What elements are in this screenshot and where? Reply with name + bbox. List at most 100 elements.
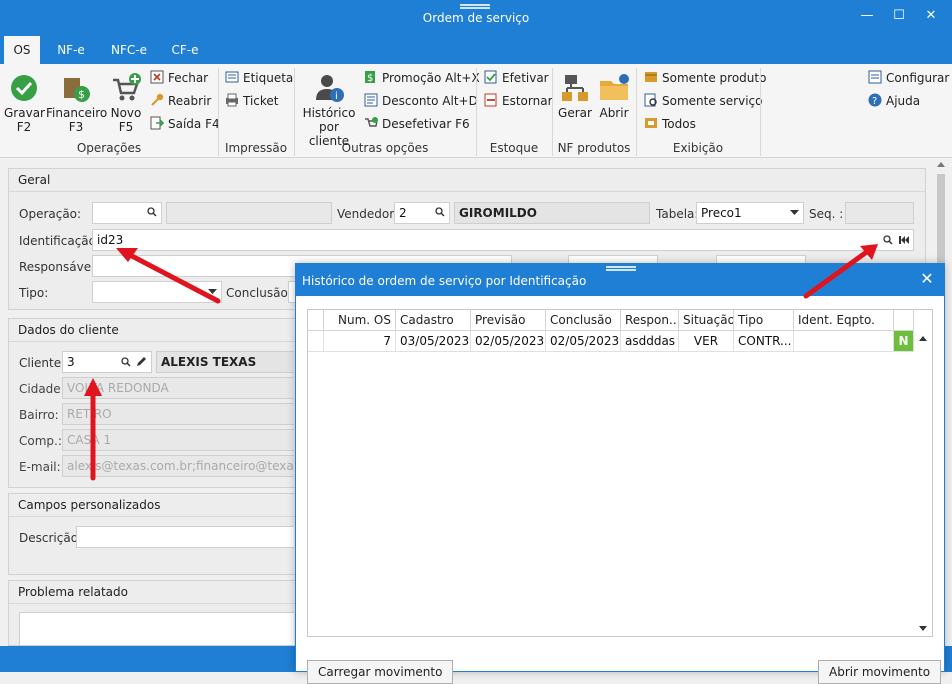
col-flag <box>894 310 914 331</box>
comp-field: CASA 1 <box>62 429 294 451</box>
col-situacao[interactable]: Situação <box>679 310 734 331</box>
estornar-button[interactable]: Estornar <box>484 91 553 111</box>
historico-button[interactable]: i Histórico por cliente <box>298 72 360 148</box>
cidade-label: Cidade: <box>19 382 65 396</box>
printer-icon <box>225 93 239 107</box>
col-num-os[interactable]: Num. OS <box>324 310 396 331</box>
discount-icon <box>364 93 378 107</box>
abrir-movimento-button[interactable]: Abrir movimento <box>818 660 942 684</box>
close-window-button[interactable]: ✕ <box>920 6 942 26</box>
search-icon[interactable] <box>147 207 157 217</box>
drag-grip-icon[interactable] <box>606 266 636 271</box>
desconto-button[interactable]: Desconto Alt+D <box>364 91 478 111</box>
estornar-label: Estornar <box>502 94 553 108</box>
hierarchy-icon <box>559 72 591 104</box>
cliente-label: Cliente: <box>19 356 66 370</box>
group-operacoes-label: Operações <box>76 141 142 155</box>
tab-os[interactable]: OS <box>4 36 40 64</box>
check-icon <box>8 72 40 104</box>
tipo-label: Tipo: <box>19 286 49 300</box>
group-exibicao-label: Exibição <box>672 141 724 155</box>
close-icon[interactable]: ✕ <box>918 270 936 288</box>
somente-produto-button[interactable]: Somente produto <box>644 68 766 88</box>
vendedor-label: Vendedor: <box>337 207 398 221</box>
group-impressao-label: Impressão <box>224 141 288 155</box>
todos-button[interactable]: Todos <box>644 114 696 134</box>
historico-label: Histórico <box>302 106 356 120</box>
window-title: Ordem de serviço <box>422 11 530 25</box>
tab-nfce[interactable]: NFC-e <box>104 36 154 64</box>
cliente-code-input[interactable]: 3 <box>62 351 152 373</box>
comp-label: Comp.: <box>19 434 62 448</box>
col-ident-eqpto[interactable]: Ident. Eqpto. <box>794 310 894 331</box>
check-doc-icon <box>484 70 498 84</box>
cell-previsao: 02/05/2023 <box>471 331 546 352</box>
gravar-button[interactable]: Gravar F2 <box>4 72 45 134</box>
tabela-value: Preco1 <box>701 206 742 220</box>
chevron-down-icon[interactable] <box>919 626 927 631</box>
cell-cadastro: 03/05/2023 <box>396 331 471 352</box>
chevron-up-icon[interactable] <box>937 162 945 167</box>
col-responsavel[interactable]: Respon... <box>621 310 679 331</box>
operacao-desc-field <box>166 202 332 224</box>
price-tag-icon: $ <box>364 70 378 84</box>
tabela-select[interactable]: Preco1 <box>696 202 804 224</box>
fechar-button[interactable]: Fechar <box>150 68 208 88</box>
reabrir-button[interactable]: Reabrir <box>150 91 211 111</box>
cliente-title: Dados do cliente <box>18 323 119 337</box>
tab-nfe[interactable]: NF-e <box>50 36 92 64</box>
skip-first-icon[interactable] <box>899 235 909 245</box>
row-selector[interactable] <box>308 331 324 352</box>
ribbon-tabs: OS NF-e NFC-e CF-e <box>0 36 952 64</box>
financeiro-button[interactable]: $ Financeiro F3 <box>46 72 107 134</box>
search-icon[interactable] <box>121 357 131 367</box>
operacao-input[interactable] <box>92 202 162 224</box>
gerar-button[interactable]: Gerar <box>556 72 594 120</box>
dialog-title-bar: Histórico de ordem de serviço por Identi… <box>296 264 944 296</box>
etiqueta-button[interactable]: Etiqueta <box>225 68 293 88</box>
col-tipo[interactable]: Tipo <box>734 310 794 331</box>
cell-num-os: 7 <box>324 331 396 352</box>
descricao-input[interactable] <box>76 526 294 548</box>
drag-grip-icon[interactable] <box>460 4 490 9</box>
email-field: alexis@texas.com.br;financeiro@texas.com… <box>62 455 294 477</box>
chevron-up-icon[interactable] <box>919 336 927 341</box>
search-icon[interactable] <box>435 207 445 217</box>
ajuda-button[interactable]: ? Ajuda <box>868 91 920 111</box>
novo-button[interactable]: Novo F5 <box>108 72 144 134</box>
efetivar-button[interactable]: Efetivar <box>484 68 549 88</box>
search-icon[interactable] <box>883 235 893 245</box>
vendedor-name-field: GIROMILDO <box>454 202 650 224</box>
carregar-movimento-button[interactable]: Carregar movimento <box>307 660 454 684</box>
promocao-button[interactable]: $ Promoção Alt+X <box>364 68 480 88</box>
status-badge: N <box>894 331 914 352</box>
desefetivar-button[interactable]: Desefetivar F6 <box>364 114 470 134</box>
cell-tipo: CONTR... <box>734 331 794 352</box>
somente-servico-button[interactable]: Somente serviço <box>644 91 762 111</box>
ribbon: Gravar F2 $ Financeiro F3 Novo F5 Fechar… <box>0 64 952 158</box>
minimize-button[interactable]: — <box>856 6 878 26</box>
saida-button[interactable]: Saída F4 <box>150 114 220 134</box>
pencil-icon[interactable] <box>136 356 147 367</box>
identificacao-value: id23 <box>97 233 124 247</box>
maximize-button[interactable]: ☐ <box>888 6 910 26</box>
somente-produto-label: Somente produto <box>662 71 767 85</box>
configurar-button[interactable]: Configurar <box>868 68 949 88</box>
tipo-select[interactable] <box>92 281 222 303</box>
problema-textarea[interactable] <box>19 612 294 646</box>
col-cadastro[interactable]: Cadastro <box>396 310 471 331</box>
ticket-button[interactable]: Ticket <box>225 91 279 111</box>
vendedor-code-input[interactable]: 2 <box>394 202 450 224</box>
tab-cfe[interactable]: CF-e <box>164 36 206 64</box>
key-icon <box>150 93 164 107</box>
group-nf-produtos-label: NF produtos <box>557 141 631 155</box>
identificacao-input[interactable]: id23 <box>92 229 914 251</box>
etiqueta-label: Etiqueta <box>243 71 294 85</box>
grid-scrollbar[interactable] <box>914 310 932 636</box>
money-icon: $ <box>60 72 92 104</box>
col-conclusao[interactable]: Conclusão <box>546 310 621 331</box>
gravar-shortcut: F2 <box>16 120 32 134</box>
fechar-label: Fechar <box>168 71 209 85</box>
abrir-button[interactable]: Abrir <box>596 72 632 120</box>
col-previsao[interactable]: Previsão <box>471 310 546 331</box>
